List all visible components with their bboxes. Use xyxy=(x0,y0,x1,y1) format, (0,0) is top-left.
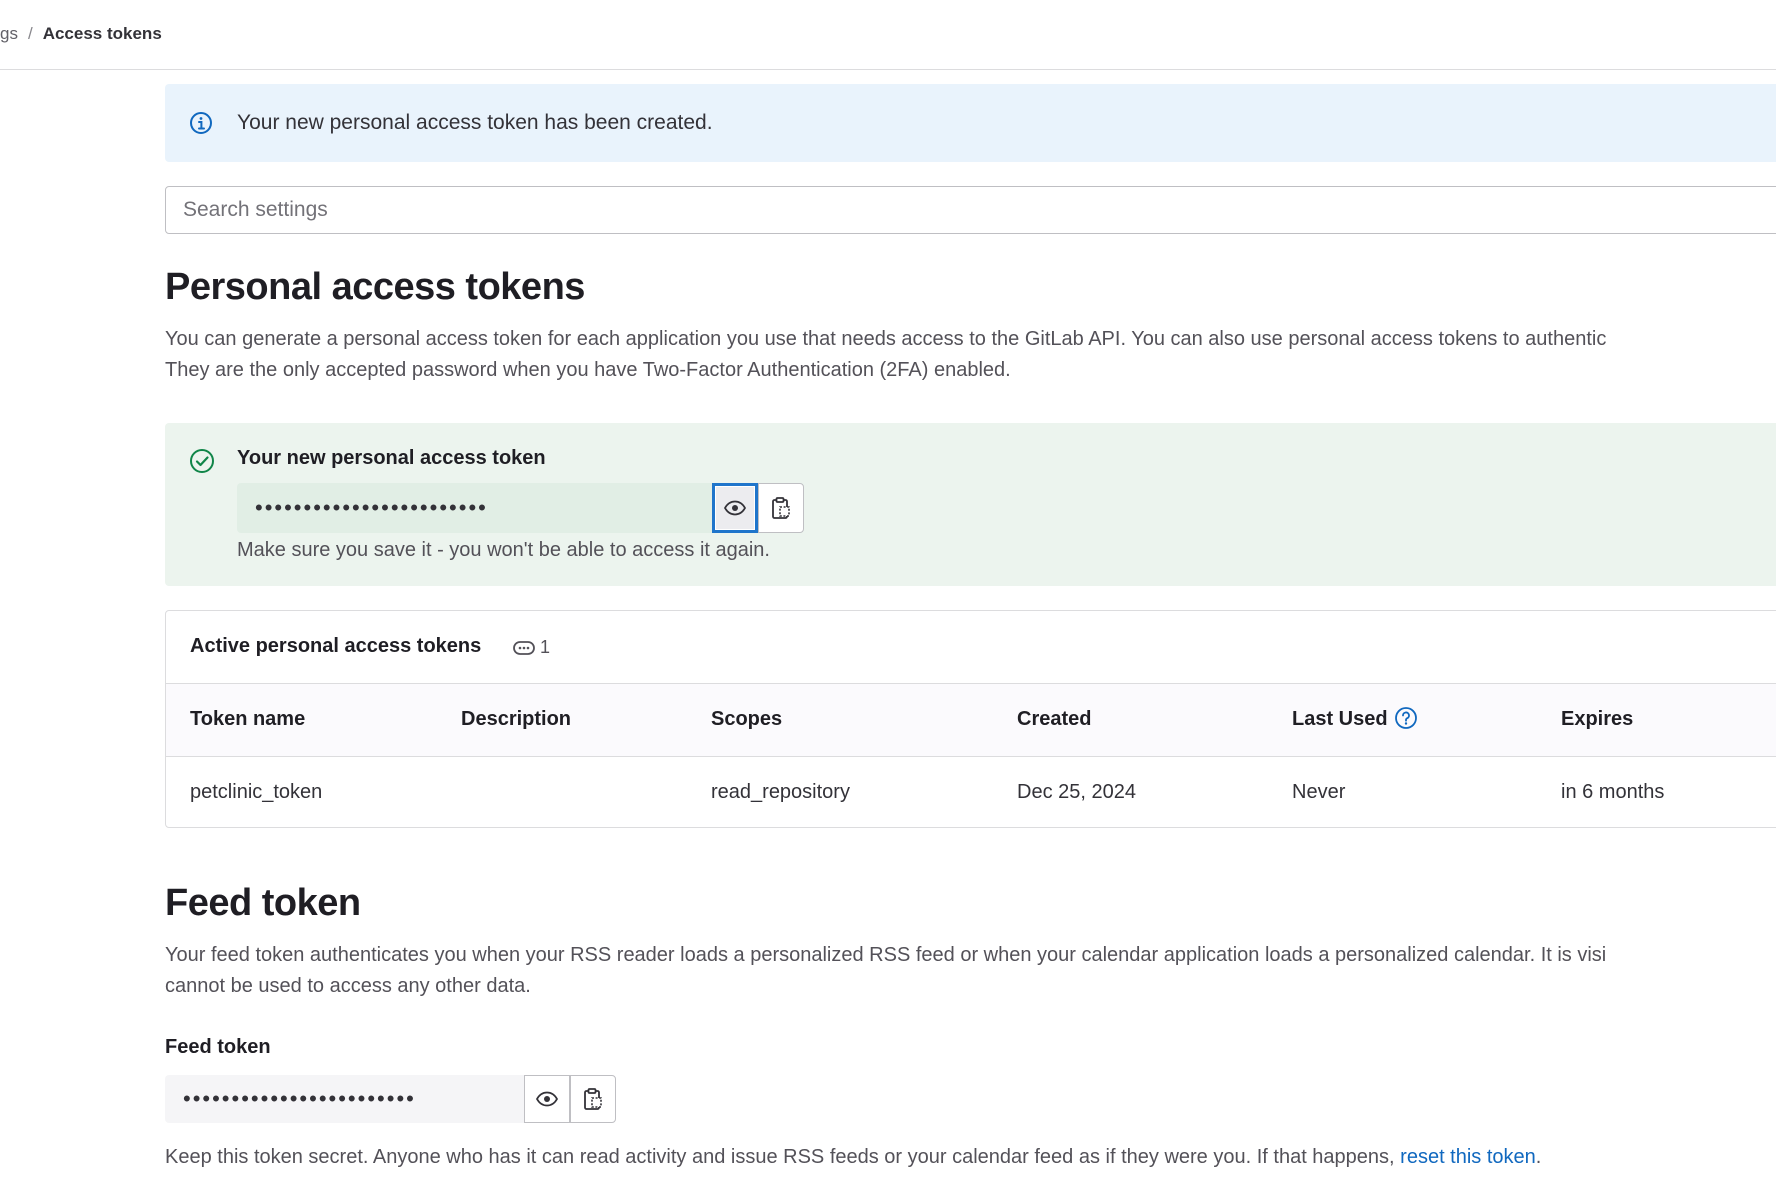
active-tokens-title: Active personal access tokens xyxy=(190,635,482,657)
feed-token-field[interactable]: •••••••••••••••••••••••• xyxy=(165,1075,524,1123)
cell-last-used: Never xyxy=(1292,780,1346,803)
check-circle-icon xyxy=(190,449,214,473)
copy-feed-token-button[interactable] xyxy=(570,1075,616,1123)
last-used-label: Last Used xyxy=(1292,708,1388,731)
info-icon xyxy=(190,112,212,134)
feed-description-line: Your feed token authenticates you when y… xyxy=(165,944,1607,966)
feed-token-label: Feed token xyxy=(165,1036,271,1058)
pat-description-line: You can generate a personal access token… xyxy=(165,328,1607,350)
new-token-note: Make sure you save it - you won't be abl… xyxy=(237,539,770,561)
active-tokens-table: Token name Description Scopes Created La… xyxy=(166,684,1776,827)
feed-token-help: Keep this token secret. Anyone who has i… xyxy=(165,1146,1541,1169)
eye-icon xyxy=(535,1091,559,1107)
reveal-token-button[interactable] xyxy=(712,483,758,533)
column-header-token-name[interactable]: Token name xyxy=(166,684,461,756)
table-header-row: Token name Description Scopes Created La… xyxy=(166,684,1776,756)
cell-expires: in 6 months xyxy=(1561,780,1665,803)
search-input[interactable] xyxy=(166,187,1776,233)
top-bar: gs / Access tokens xyxy=(0,0,1776,70)
feed-help-end: . xyxy=(1535,1146,1542,1168)
cell-description xyxy=(461,756,711,827)
clipboard-icon xyxy=(584,1088,602,1110)
column-header-description[interactable]: Description xyxy=(461,684,711,756)
breadcrumb-separator: / xyxy=(27,24,33,43)
new-token-input-group: •••••••••••••••••••••••• xyxy=(237,483,804,533)
alert-message: Your new personal access token has been … xyxy=(237,111,713,134)
feed-description-line: cannot be used to access any other data. xyxy=(165,975,531,997)
new-token-alert: Your new personal access token •••••••••… xyxy=(165,423,1776,586)
table-row: petclinic_token read_repository Dec 25, … xyxy=(166,756,1776,827)
search-settings xyxy=(165,186,1776,234)
reveal-feed-token-button[interactable] xyxy=(524,1075,570,1123)
active-tokens-header: Active personal access tokens 1 xyxy=(166,611,1776,684)
column-header-last-used[interactable]: Last Used xyxy=(1292,684,1561,756)
pat-description-line: They are the only accepted password when… xyxy=(165,359,1011,381)
feed-token-description: Your feed token authenticates you when y… xyxy=(165,940,1776,1002)
column-header-expires[interactable]: Expires xyxy=(1561,684,1776,756)
token-count: 1 xyxy=(540,637,551,657)
feed-token-input-group: •••••••••••••••••••••••• xyxy=(165,1075,616,1123)
info-alert: Your new personal access token has been … xyxy=(165,84,1776,162)
feed-help-text: Keep this token secret. Anyone who has i… xyxy=(165,1146,1401,1168)
pat-description: You can generate a personal access token… xyxy=(165,324,1776,386)
main-content: Your new personal access token has been … xyxy=(165,84,1776,1168)
breadcrumb-current[interactable]: Access tokens xyxy=(43,24,162,43)
new-token-label: Your new personal access token xyxy=(237,447,546,469)
cell-token-name: petclinic_token xyxy=(190,780,323,803)
breadcrumb-parent[interactable]: gs xyxy=(0,24,18,43)
clipboard-icon xyxy=(772,497,790,519)
pat-title: Personal access tokens xyxy=(165,266,585,308)
copy-token-button[interactable] xyxy=(758,483,804,533)
cell-created: Dec 25, 2024 xyxy=(1017,780,1136,803)
active-tokens-card: Active personal access tokens 1 Token na… xyxy=(165,610,1776,828)
breadcrumb: gs / Access tokens xyxy=(0,24,162,44)
reset-token-link[interactable]: reset this token xyxy=(1400,1146,1536,1168)
new-token-field[interactable]: •••••••••••••••••••••••• xyxy=(237,483,712,533)
feed-token-title: Feed token xyxy=(165,882,361,924)
cell-scopes: read_repository xyxy=(711,780,850,803)
question-icon[interactable] xyxy=(1394,706,1418,730)
token-count-badge: 1 xyxy=(513,637,550,658)
column-header-scopes[interactable]: Scopes xyxy=(711,684,1017,756)
token-icon xyxy=(513,640,535,655)
eye-icon xyxy=(723,500,747,516)
column-header-created[interactable]: Created xyxy=(1017,684,1292,756)
